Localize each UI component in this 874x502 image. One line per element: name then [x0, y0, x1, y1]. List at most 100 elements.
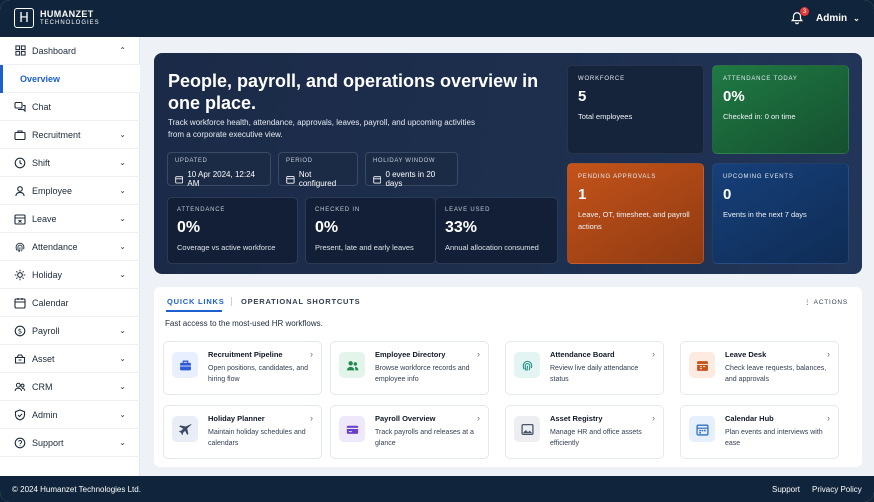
privacy-policy-link[interactable]: Privacy Policy	[812, 485, 862, 494]
sidebar-item-label: CRM	[32, 381, 53, 392]
sidebar-item-label: Shift	[32, 157, 51, 168]
meta-key: UPDATED	[175, 158, 208, 164]
kpi-key: UPCOMING EVENTS	[723, 174, 794, 180]
chevron-down-icon: ⌄	[119, 130, 126, 139]
quick-link-card-employee-directory[interactable]: Employee Directory Browse workforce reco…	[330, 341, 489, 395]
sidebar-item-overview[interactable]: Overview	[0, 65, 140, 93]
sidebar-item-employee[interactable]: Employee ⌄	[0, 177, 140, 205]
meta-key: HOLIDAY WINDOW	[373, 158, 436, 164]
chevron-right-icon: ›	[477, 413, 480, 423]
kpi-key: ATTENDANCE TODAY	[723, 76, 798, 82]
chevron-down-icon: ⌄	[119, 382, 126, 391]
kpi-attendance-today[interactable]: ATTENDANCE TODAY 0% Checked in: 0 on tim…	[712, 65, 849, 154]
card-desc: Manage HR and office assets efficiently	[550, 429, 642, 447]
sidebar-item-attendance[interactable]: Attendance ⌄	[0, 233, 140, 261]
sidebar-item-calendar[interactable]: Calendar	[0, 289, 140, 317]
stat-desc: Annual allocation consumed	[445, 243, 539, 252]
sidebar-item-asset[interactable]: Asset ⌄	[0, 345, 140, 373]
meta-holiday-window: HOLIDAY WINDOW 0 events in 20 days	[365, 152, 458, 188]
sidebar-item-holiday[interactable]: Holiday ⌄	[0, 261, 140, 289]
svg-text:$: $	[18, 327, 22, 335]
tab-divider	[231, 297, 232, 306]
sidebar-item-leave[interactable]: Leave ⌄	[0, 205, 140, 233]
user-name: Admin	[816, 13, 848, 24]
card-title: Attendance Board	[550, 350, 615, 359]
quick-link-card-leave-desk[interactable]: Leave Desk Check leave requests, balance…	[680, 341, 839, 395]
quick-link-card-attendance-board[interactable]: Attendance Board Review live daily atten…	[505, 341, 664, 395]
chevron-down-icon: ⌄	[119, 326, 126, 335]
page-description: Track workforce health, attendance, appr…	[168, 118, 475, 139]
fingerprint-icon	[14, 241, 26, 253]
people-icon	[339, 352, 365, 378]
actions-menu[interactable]: ⋮ ACTIONS	[804, 298, 848, 306]
kpi-upcoming-events[interactable]: UPCOMING EVENTS 0 Events in the next 7 d…	[712, 163, 849, 264]
support-link[interactable]: Support	[772, 485, 800, 494]
tab-quick-links[interactable]: QUICK LINKS	[167, 297, 225, 306]
chat-icon	[14, 101, 26, 113]
sidebar-item-shift[interactable]: Shift ⌄	[0, 149, 140, 177]
sidebar-item-crm[interactable]: CRM ⌄	[0, 373, 140, 401]
chevron-down-icon: ⌄	[119, 242, 126, 251]
sidebar-item-dashboard[interactable]: Dashboard ⌃	[0, 37, 140, 65]
panel-subtitle: Fast access to the most-used HR workflow…	[165, 319, 323, 328]
quick-links-panel: QUICK LINKS OPERATIONAL SHORTCUTS ⋮ ACTI…	[154, 287, 862, 467]
dollar-icon: $	[14, 325, 26, 337]
card-icon	[339, 416, 365, 442]
sidebar-item-label: Recruitment	[32, 129, 81, 140]
card-title: Payroll Overview	[375, 414, 436, 423]
quick-link-card-recruitment[interactable]: Recruitment Pipeline Open positions, can…	[163, 341, 322, 395]
sidebar-item-recruitment[interactable]: Recruitment ⌄	[0, 121, 140, 149]
card-desc: Browse workforce records and employee in…	[375, 365, 470, 383]
sidebar-item-payroll[interactable]: $ Payroll ⌄	[0, 317, 140, 345]
sidebar-item-admin[interactable]: Admin ⌄	[0, 401, 140, 429]
plane-icon	[172, 416, 198, 442]
calendar-icon	[373, 175, 382, 183]
card-desc: Maintain holiday schedules and calendars	[208, 429, 306, 447]
fingerprint-icon	[514, 352, 540, 378]
stat-key: CHECKED IN	[315, 207, 361, 213]
calendar-icon	[689, 352, 715, 378]
card-title: Calendar Hub	[725, 414, 774, 423]
quick-link-card-asset-registry[interactable]: Asset Registry Manage HR and office asse…	[505, 405, 664, 459]
chevron-right-icon: ›	[477, 349, 480, 359]
sidebar-item-label: Support	[32, 437, 64, 448]
kpi-value: 1	[578, 186, 587, 203]
kpi-key: WORKFORCE	[578, 76, 625, 82]
sun-icon	[14, 269, 26, 281]
sidebar-item-label: Holiday	[32, 269, 63, 280]
kpi-key: PENDING APPROVALS	[578, 174, 657, 180]
sidebar-item-label: Chat	[32, 101, 52, 112]
user-menu[interactable]: Admin ⌄	[816, 13, 860, 24]
shield-icon	[14, 408, 26, 421]
meta-value: Not configured	[298, 170, 337, 188]
sidebar-item-support[interactable]: Support ⌄	[0, 429, 140, 457]
chevron-right-icon: ›	[652, 349, 655, 359]
chevron-right-icon: ›	[827, 349, 830, 359]
chevron-down-icon: ⌄	[119, 214, 126, 223]
chevron-right-icon: ›	[310, 349, 313, 359]
top-bar: H HUMANZET TECHNOLOGIES 3 Admin ⌄	[0, 0, 874, 37]
kpi-desc: Total employees	[578, 112, 633, 121]
quick-link-card-payroll-overview[interactable]: Payroll Overview Track payrolls and rele…	[330, 405, 489, 459]
actions-label: ACTIONS	[813, 299, 849, 306]
chevron-right-icon: ›	[310, 413, 313, 423]
clock-icon	[14, 157, 26, 169]
quick-link-card-holiday-planner[interactable]: Holiday Planner Maintain holiday schedul…	[163, 405, 322, 459]
quick-link-card-calendar-hub[interactable]: Calendar Hub Plan events and interviews …	[680, 405, 839, 459]
kpi-value: 0	[723, 186, 732, 203]
stat-key: ATTENDANCE	[177, 207, 226, 213]
logo[interactable]: H HUMANZET TECHNOLOGIES	[14, 8, 100, 28]
stat-attendance: ATTENDANCE 0% Coverage vs active workfor…	[167, 197, 298, 264]
overview-hero: People, payroll, and operations overview…	[154, 53, 862, 274]
card-title: Asset Registry	[550, 414, 603, 423]
calendar-x-icon	[14, 213, 26, 225]
sidebar-item-label: Payroll	[32, 325, 60, 336]
sidebar-item-chat[interactable]: Chat	[0, 93, 140, 121]
sidebar-item-label: Leave	[32, 213, 57, 224]
meta-value: 10 Apr 2024, 12:24 AM	[187, 170, 255, 188]
users-icon	[14, 381, 26, 393]
kpi-value: 0%	[723, 88, 745, 105]
kpi-workforce[interactable]: WORKFORCE 5 Total employees	[567, 65, 704, 154]
tab-operational-shortcuts[interactable]: OPERATIONAL SHORTCUTS	[241, 297, 360, 306]
kpi-pending-approvals[interactable]: PENDING APPROVALS 1 Leave, OT, timesheet…	[567, 163, 704, 264]
